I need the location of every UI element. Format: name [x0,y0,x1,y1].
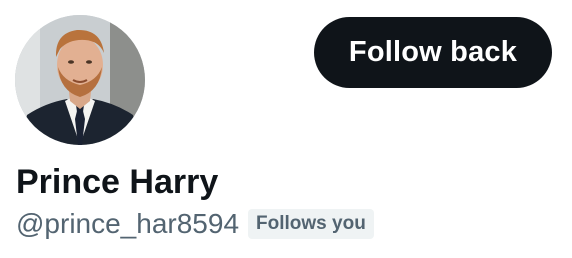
profile-handle: @prince_har8594 [16,208,240,239]
profile-display-name: Prince Harry [16,163,219,201]
avatar-photo [15,15,145,145]
handle-row: @prince_har8594 Follows you [16,205,374,243]
follows-you-badge: Follows you [248,209,374,239]
follow-back-button[interactable]: Follow back [314,17,552,88]
profile-header: Follow back Prince Harry @prince_har8594… [0,0,572,258]
avatar[interactable] [15,15,145,145]
